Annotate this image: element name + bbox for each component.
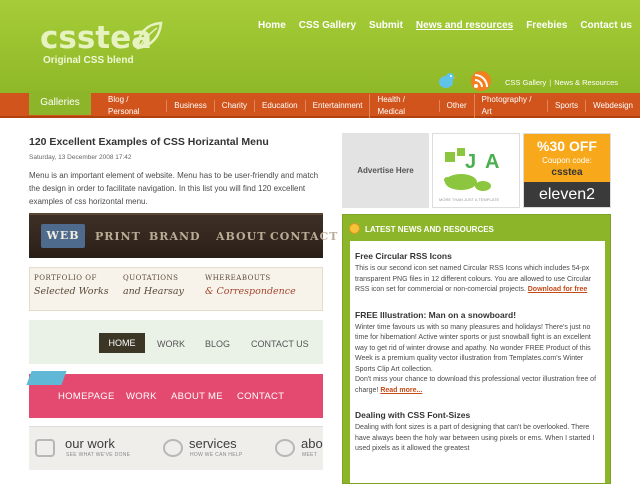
discount-text: %30 OFF — [537, 138, 597, 154]
site-tagline: Original CSS blend — [43, 55, 134, 66]
news-item: Dealing with CSS Font-Sizes Dealing with… — [355, 409, 600, 455]
menu-item: WORK — [157, 339, 185, 349]
news-item-text: Winter time favours us with so many plea… — [355, 323, 600, 397]
clock-icon — [349, 223, 360, 234]
menu-example-thumbnail[interactable]: our work SEE WHAT WE'VE DONE services HO… — [29, 426, 323, 470]
menu-item: ABOUT ME — [171, 391, 223, 402]
menu-item-heading: QUOTATIONS — [123, 274, 179, 282]
post-intro: Menu is an important element of website.… — [29, 171, 319, 206]
nav-news-resources[interactable]: News and resources — [416, 19, 513, 33]
menu-example-thumbnail[interactable]: WEB PRINT BRAND ABOUT CONTACT — [29, 213, 337, 258]
jqa-tagline: MORE THAN JUST A TEMPLATE — [439, 197, 500, 202]
category-link[interactable]: Photography / Art — [473, 93, 547, 118]
latest-news-panel: LATEST NEWS AND RESOURCES Free Circular … — [342, 214, 611, 484]
news-item-text: This is our second icon set named Circul… — [355, 264, 600, 296]
menu-item: HOMEPAGE — [58, 391, 115, 402]
category-bar: Galleries Blog / Personal Business Chari… — [0, 91, 640, 118]
svg-text:A: A — [485, 151, 499, 173]
rss-feed-icon[interactable] — [468, 70, 494, 92]
top-navigation: Home CSS Gallery Submit News and resourc… — [258, 19, 632, 33]
menu-item-subtitle: SEE WHAT WE'VE DONE — [66, 452, 131, 458]
menu-item: ABOUT — [216, 230, 267, 243]
sublink-css-gallery[interactable]: CSS Gallery — [505, 78, 546, 87]
menu-item: HOME — [99, 333, 145, 353]
jqa-logo-icon: J A — [444, 148, 499, 191]
main-content: 120 Excellent Examples of CSS Horizantal… — [26, 127, 337, 470]
category-link[interactable]: Webdesign — [585, 99, 640, 112]
menu-item-heading: WHEREABOUTS — [205, 274, 271, 282]
menu-item-subtitle: Selected Works — [34, 286, 109, 297]
menu-item: WORK — [126, 391, 157, 402]
nav-submit[interactable]: Submit — [369, 19, 403, 33]
menu-example-thumbnail[interactable]: PORTFOLIO OF Selected Works QUOTATIONS a… — [29, 267, 323, 311]
news-heading-text: LATEST NEWS AND RESOURCES — [365, 225, 494, 234]
news-item-title[interactable]: Dealing with CSS Font-Sizes — [355, 409, 600, 421]
menu-item-heading: PORTFOLIO OF — [34, 274, 97, 282]
twitter-bird-icon[interactable] — [436, 71, 456, 89]
nav-home[interactable]: Home — [258, 19, 286, 33]
read-more-link[interactable]: Read more... — [380, 387, 422, 394]
category-links: Blog / Personal Business Charity Educati… — [101, 93, 640, 118]
folder-icon — [35, 439, 55, 457]
category-link[interactable]: Entertainment — [304, 99, 370, 112]
decorative-ribbon — [26, 371, 67, 385]
menu-item: abo — [301, 436, 323, 451]
menu-item-subtitle: & Correspondence — [205, 286, 296, 297]
download-link[interactable]: Download for free — [528, 286, 588, 293]
news-item: Free Circular RSS Icons This is our seco… — [355, 250, 600, 296]
sublink-news-resources[interactable]: News & Resources — [554, 78, 618, 87]
leaf-icon — [136, 21, 163, 50]
galleries-tab[interactable]: Galleries — [29, 91, 91, 115]
menu-item: CONTACT US — [251, 339, 309, 349]
header-sublinks: CSS Gallery | News & Resources — [505, 78, 618, 87]
category-link[interactable]: Education — [254, 99, 305, 112]
post-title[interactable]: 120 Excellent Examples of CSS Horizantal… — [29, 135, 325, 149]
menu-example-thumbnail[interactable]: HOME WORK BLOG CONTACT US — [29, 320, 323, 364]
eleven2-ad-banner[interactable]: %30 OFF Coupon code: csstea eleven2 — [523, 133, 611, 208]
menu-item: our work — [65, 436, 115, 451]
menu-item: BRAND — [149, 230, 201, 243]
eleven2-logo: eleven2 — [524, 182, 610, 207]
category-link[interactable]: Sports — [547, 99, 585, 112]
post-date: Saturday, 13 December 2008 17:42 — [29, 154, 132, 161]
category-link[interactable]: Other — [438, 99, 474, 112]
news-item: FREE Illustration: Man on a snowboard! W… — [355, 309, 600, 397]
coupon-code: csstea — [551, 167, 583, 178]
news-list: Free Circular RSS Icons This is our seco… — [350, 241, 605, 483]
menu-item-subtitle: HOW WE CAN HELP — [190, 452, 243, 458]
nav-css-gallery[interactable]: CSS Gallery — [299, 19, 356, 33]
news-item-title[interactable]: FREE Illustration: Man on a snowboard! — [355, 309, 600, 321]
svg-text:J: J — [465, 151, 476, 173]
menu-item-subtitle: MEET — [302, 452, 318, 458]
news-item-body: Winter time favours us with so many plea… — [355, 323, 591, 373]
site-header: csstea Original CSS blend Home CSS Galle… — [0, 0, 640, 93]
menu-example-thumbnail[interactable]: HOMEPAGE WORK ABOUT ME CONTACT — [26, 371, 323, 418]
menu-item: services — [189, 436, 237, 451]
nav-freebies[interactable]: Freebies — [526, 19, 567, 33]
menu-item: WEB — [41, 224, 85, 248]
menu-item: BLOG — [205, 339, 231, 349]
category-link[interactable]: Blog / Personal — [101, 94, 166, 118]
menu-item: PRINT — [95, 230, 141, 243]
advertise-here-banner[interactable]: Advertise Here — [342, 133, 429, 208]
jqa-ad-banner[interactable]: J A MORE THAN JUST A TEMPLATE — [432, 133, 520, 208]
coupon-label: Coupon code: — [542, 156, 592, 165]
category-link[interactable]: Health / Medical — [369, 93, 438, 118]
category-link[interactable]: Business — [166, 99, 213, 112]
news-item-title[interactable]: Free Circular RSS Icons — [355, 250, 600, 262]
people-icon — [275, 439, 295, 457]
menu-item: CONTACT — [270, 230, 339, 243]
lightbulb-icon — [163, 439, 183, 457]
news-heading: LATEST NEWS AND RESOURCES — [349, 223, 494, 234]
menu-item-subtitle: and Hearsay — [123, 286, 184, 297]
news-item-body: Dealing with font sizes is a part of des… — [355, 424, 595, 452]
nav-contact[interactable]: Contact us — [580, 19, 632, 33]
category-link[interactable]: Charity — [213, 99, 254, 112]
menu-item: CONTACT — [237, 391, 285, 402]
